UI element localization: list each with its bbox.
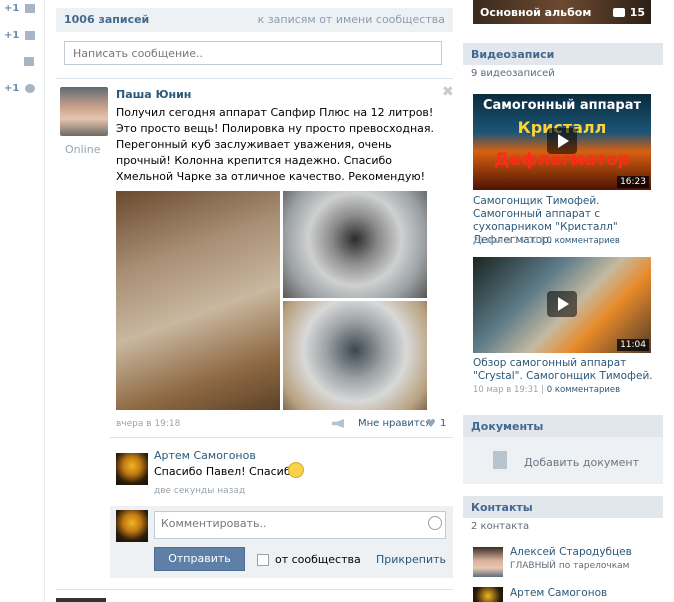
send-button[interactable]: Отправить bbox=[154, 547, 245, 571]
comment-text: Спасибо Павел! Спасибо! bbox=[154, 465, 302, 478]
play-icon[interactable] bbox=[547, 128, 577, 154]
play-icon[interactable] bbox=[547, 291, 577, 317]
video-comments-link[interactable]: 0 комментариев bbox=[546, 236, 619, 246]
left-notification-strip: +1 +1 +1 bbox=[0, 0, 45, 602]
video-meta: 10 мар в 19:31 | 0 комментариев bbox=[473, 385, 621, 395]
video-comments-link[interactable]: 0 комментариев bbox=[547, 385, 620, 395]
album-photo-count: 15 bbox=[629, 6, 645, 19]
right-column: Основной альбом 15 Видеозаписи 9 видеоза… bbox=[463, 0, 663, 602]
video-thumbnail[interactable]: Самогонный аппарат Кристалл Дефлегматор … bbox=[473, 94, 651, 190]
like-button[interactable]: Мне нравится bbox=[358, 418, 431, 429]
people-icon bbox=[24, 30, 35, 40]
like-count: 1 bbox=[440, 418, 447, 429]
post-text: Получил сегодня аппарат Сапфир Плюс на 1… bbox=[116, 106, 435, 183]
post-photo-lid[interactable] bbox=[283, 191, 427, 298]
envelope-icon bbox=[24, 3, 35, 13]
video-date: 21 мая в 14:00 bbox=[473, 236, 539, 246]
wall-post-count[interactable]: 1006 записей bbox=[64, 13, 149, 26]
videos-section-title: Видеозаписи bbox=[471, 48, 555, 61]
notification-count: +1 bbox=[4, 3, 20, 14]
contacts-count: 2 контакта bbox=[471, 521, 530, 532]
reply-user-avatar bbox=[116, 510, 148, 542]
post-photo-column[interactable] bbox=[116, 191, 280, 410]
contacts-section-title: Контакты bbox=[471, 501, 533, 514]
contact-name[interactable]: Артем Самогонов bbox=[510, 587, 607, 599]
video-title[interactable]: Обзор самогонный аппарат "Crystal". Само… bbox=[473, 357, 663, 383]
notification-count: +1 bbox=[4, 83, 20, 94]
comments-block: Артем Самогонов Спасибо Павел! Спасибо! … bbox=[110, 438, 453, 578]
post-author-avatar[interactable] bbox=[60, 87, 108, 136]
comment-author-avatar[interactable] bbox=[116, 453, 148, 485]
album-title: Основной альбом bbox=[480, 6, 592, 19]
notification-comments[interactable] bbox=[22, 56, 34, 67]
close-icon[interactable]: ✖ bbox=[442, 84, 454, 100]
post-timestamp[interactable]: вчера в 19:18 bbox=[116, 419, 180, 429]
video-duration: 11:04 bbox=[617, 339, 649, 351]
reply-area: Комментировать.. Отправить от сообщества… bbox=[110, 506, 453, 578]
divider bbox=[56, 589, 453, 590]
gear-icon bbox=[24, 83, 35, 93]
notification-friends[interactable]: +1 bbox=[4, 30, 35, 41]
document-icon bbox=[493, 451, 507, 469]
contact-avatar[interactable] bbox=[473, 547, 503, 577]
from-community-checkbox[interactable] bbox=[257, 554, 269, 566]
heart-icon[interactable]: ♥ bbox=[426, 417, 436, 430]
wall: 1006 записей к записям от имени сообщест… bbox=[56, 0, 454, 602]
contacts-section-header[interactable]: Контакты bbox=[463, 496, 663, 518]
notification-messages[interactable]: +1 bbox=[4, 3, 35, 14]
divider bbox=[56, 78, 453, 79]
from-community-label[interactable]: от сообщества bbox=[275, 553, 361, 566]
online-status: Online bbox=[65, 143, 101, 156]
new-post-input[interactable]: Написать сообщение.. bbox=[64, 41, 442, 65]
documents-section-title: Документы bbox=[471, 420, 544, 433]
notification-count: +1 bbox=[4, 30, 20, 41]
comment-timestamp[interactable]: две секунды назад bbox=[154, 486, 245, 496]
comment-author-name[interactable]: Артем Самогонов bbox=[154, 449, 256, 462]
speech-bubble-icon bbox=[24, 56, 34, 66]
smiley-emoji-icon bbox=[288, 462, 304, 478]
video-thumbnail[interactable]: 11:04 bbox=[473, 257, 651, 353]
documents-section-header[interactable]: Документы bbox=[463, 415, 663, 437]
community-posts-link[interactable]: к записям от имени сообщества bbox=[258, 13, 445, 26]
attach-link[interactable]: Прикрепить bbox=[376, 553, 446, 566]
contact-avatar[interactable] bbox=[473, 587, 503, 602]
post-author-name[interactable]: Паша Юнин bbox=[116, 88, 191, 101]
add-document-button[interactable]: Добавить документ bbox=[463, 437, 663, 484]
contact-name[interactable]: Алексей Стародубцев bbox=[510, 546, 632, 558]
video-meta: 21 мая в 14:00 | 0 комментариев bbox=[473, 236, 620, 246]
video-date: 10 мар в 19:31 bbox=[473, 385, 539, 395]
share-icon[interactable] bbox=[332, 419, 344, 428]
next-post-avatar[interactable] bbox=[56, 598, 106, 602]
emoji-picker-icon[interactable] bbox=[428, 516, 442, 530]
wall-header: 1006 записей к записям от имени сообщест… bbox=[56, 8, 453, 32]
notification-settings[interactable]: +1 bbox=[4, 83, 35, 94]
add-document-label: Добавить документ bbox=[524, 456, 640, 469]
videos-count[interactable]: 9 видеозаписей bbox=[471, 68, 555, 79]
comment-input[interactable]: Комментировать.. bbox=[154, 511, 446, 539]
video-duration: 16:23 bbox=[617, 176, 649, 188]
videos-section-header[interactable]: Видеозаписи bbox=[463, 43, 663, 65]
thumb-text: Самогонный аппарат bbox=[482, 98, 642, 113]
camera-icon bbox=[613, 8, 625, 17]
post-photo-tank[interactable] bbox=[283, 301, 427, 410]
main-album[interactable]: Основной альбом 15 bbox=[473, 0, 651, 24]
contact-role: ГЛАВНЫЙ по тарелочкам bbox=[510, 561, 630, 571]
